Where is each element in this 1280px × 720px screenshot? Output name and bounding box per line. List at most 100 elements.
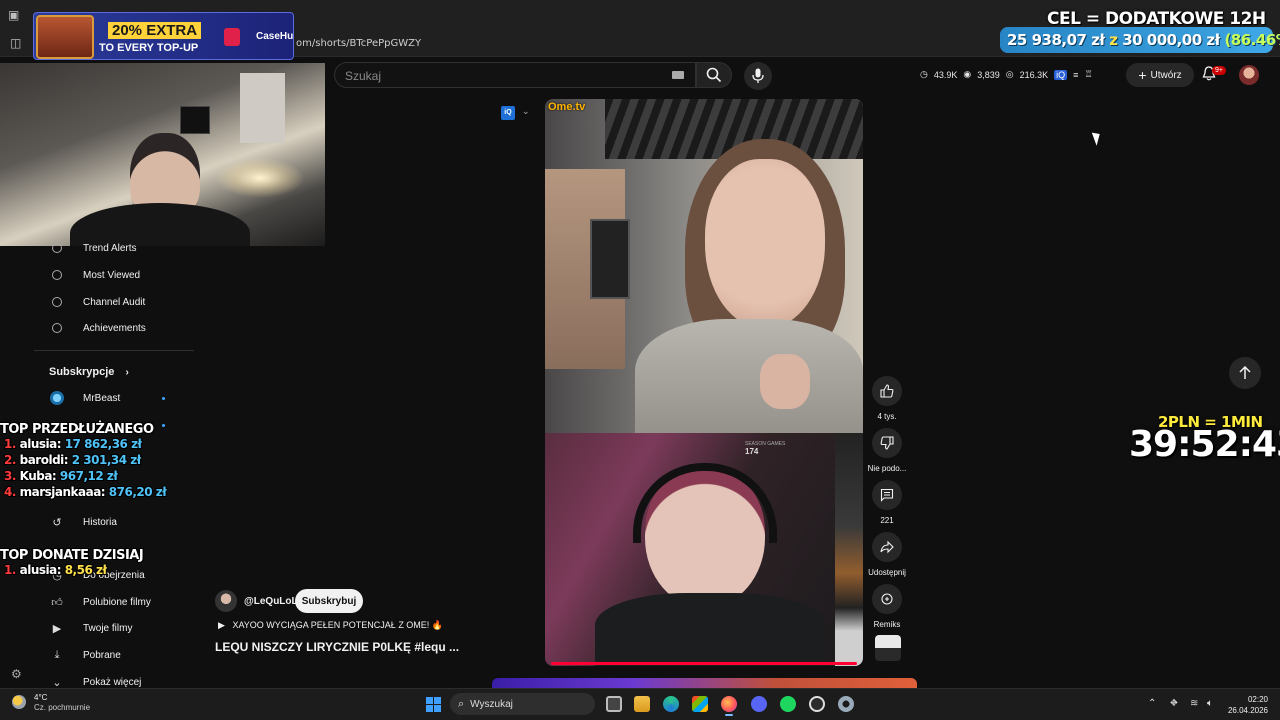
clock-date: 26.04.2026 bbox=[1227, 706, 1268, 715]
account-avatar[interactable] bbox=[1239, 65, 1259, 85]
taskbar-search-label: Wyszukaj bbox=[470, 698, 513, 710]
vidiq-small-icon bbox=[52, 243, 62, 253]
create-label: Utwórz bbox=[1150, 69, 1182, 81]
stat-views-live: 3,839 bbox=[977, 69, 1000, 80]
windows-start-icon[interactable] bbox=[426, 697, 441, 712]
search-button[interactable] bbox=[696, 62, 732, 88]
chevron-down-icon[interactable]: ⌄ bbox=[522, 106, 530, 117]
sidebar-item-label: MrBeast bbox=[83, 392, 121, 404]
donor-name: baroldi: bbox=[19, 453, 69, 467]
video-title[interactable]: LEQU NISZCZY LIRYCZNIE P0LKĘ #lequ ... bbox=[215, 640, 459, 654]
sidebar-toggle-icon[interactable]: ◫ bbox=[10, 36, 21, 50]
next-short-preview[interactable] bbox=[492, 678, 917, 688]
sidebar-item-historia[interactable]: ↺ Historia bbox=[34, 511, 194, 533]
taskbar-search[interactable]: ⌕ Wyszukaj bbox=[450, 693, 595, 715]
keyboard-icon[interactable] bbox=[672, 71, 684, 79]
volume-icon[interactable]: 🔈︎ bbox=[1207, 698, 1213, 709]
firefox-icon[interactable] bbox=[721, 696, 737, 712]
obs-icon[interactable] bbox=[809, 696, 825, 712]
comment-count: 221 bbox=[880, 516, 894, 525]
share-icon[interactable] bbox=[872, 532, 902, 562]
remix-icon[interactable] bbox=[872, 584, 902, 614]
extension-stats: ◷ 43.9K ◉ 3,839 ◎ 216.3K iQ ≡ ♖ bbox=[920, 69, 1093, 80]
sidebar-item-achievements[interactable]: Achievements bbox=[34, 317, 194, 339]
sound-thumbnail[interactable] bbox=[875, 635, 901, 661]
comment-icon[interactable] bbox=[872, 480, 902, 510]
top-extend-row: 3. Kuba: 967,12 zł bbox=[4, 469, 118, 483]
dislike-action[interactable]: Nie podo... bbox=[857, 428, 917, 473]
video-icon: ▶ bbox=[52, 622, 62, 635]
chevron-right-icon: › bbox=[125, 367, 129, 378]
settings-app-icon[interactable] bbox=[838, 696, 854, 712]
file-explorer-icon[interactable] bbox=[634, 696, 650, 712]
like-action[interactable]: 4 tys. bbox=[857, 376, 917, 421]
top-extend-row: 2. baroldi: 2 301,34 zł bbox=[4, 453, 141, 467]
comments-action[interactable]: 221 bbox=[857, 480, 917, 525]
search-icon: ⌕ bbox=[458, 697, 465, 710]
vidiq-button[interactable]: iQ bbox=[501, 106, 515, 120]
rank: 4. bbox=[4, 485, 16, 499]
sidebar-item-label: Channel Audit bbox=[83, 296, 146, 308]
top-extend-row: 1. alusia: 17 862,36 zł bbox=[4, 437, 142, 451]
spotify-icon[interactable] bbox=[780, 696, 796, 712]
subscriptions-header[interactable]: Subskrypcje › bbox=[49, 366, 129, 378]
taskbar-clock[interactable]: 02:20 26.04.2026 bbox=[1226, 694, 1268, 716]
sidebar-item-label: Achievements bbox=[83, 322, 146, 334]
create-button[interactable]: + Utwórz bbox=[1126, 63, 1194, 87]
search-placeholder: Szukaj bbox=[345, 69, 382, 83]
tray-chevron-icon[interactable]: ⌃ bbox=[1148, 698, 1156, 709]
channel-avatar[interactable] bbox=[215, 590, 237, 612]
channel-name[interactable]: @LeQuLoL bbox=[244, 596, 298, 607]
video-progress-bar[interactable] bbox=[551, 662, 857, 665]
sidebar-sub-mrbeast[interactable]: MrBeast bbox=[34, 387, 194, 409]
treasure-chest-icon bbox=[36, 15, 94, 59]
sidebar-item-your-videos[interactable]: ▶ Twoje filmy bbox=[34, 617, 194, 639]
sidebar-item-most-viewed[interactable]: Most Viewed bbox=[34, 264, 194, 286]
donor-amount: 2 301,34 zł bbox=[71, 453, 141, 467]
sidebar-item-downloads[interactable]: ⤓ Pobrane bbox=[34, 644, 194, 666]
edge-icon[interactable] bbox=[663, 696, 679, 712]
eye-icon: ◉ bbox=[963, 69, 972, 79]
subscribe-button[interactable]: Subskrybuj bbox=[295, 589, 363, 613]
sidebar-item-label: Polubione filmy bbox=[83, 596, 151, 608]
vidiq-small-icon bbox=[52, 270, 62, 280]
goal-title: CEL = DODATKOWE 12H bbox=[1047, 9, 1266, 29]
donor-amount: 8,56 zł bbox=[64, 563, 107, 577]
download-icon: ⤓ bbox=[54, 648, 60, 661]
trophy-icon[interactable]: ♖ bbox=[1084, 69, 1092, 80]
sidebar-item-label: Most Viewed bbox=[83, 269, 141, 281]
search-input[interactable]: Szukaj bbox=[334, 62, 696, 88]
related-clip-link[interactable]: ▶ XAYOO WYCIĄGA PEŁEN POTENCJAŁ Z OME! 🔥 bbox=[218, 620, 443, 631]
sidebar-item-label: Trend Alerts bbox=[83, 242, 137, 254]
url-text[interactable]: om/shorts/BTcPePpGWZY bbox=[296, 38, 421, 49]
sidebar-item-trend-alerts[interactable]: Trend Alerts bbox=[34, 237, 194, 259]
goal-target: 30 000,00 zł bbox=[1122, 31, 1220, 49]
score-value: 174 bbox=[745, 447, 759, 456]
donor-name: alusia: bbox=[19, 437, 62, 451]
vidiq-icon[interactable]: iQ bbox=[1054, 69, 1068, 80]
thumbs-down-icon[interactable] bbox=[872, 428, 902, 458]
goal-sep: z bbox=[1109, 31, 1118, 49]
tab-actions-icon[interactable]: ▣ bbox=[8, 8, 19, 22]
gear-icon[interactable]: ⚙ bbox=[11, 667, 22, 681]
shorts-video-bottom[interactable]: SEASON GAMES 174 bbox=[545, 433, 863, 666]
share-label: Udostępnij bbox=[868, 568, 906, 577]
thumbs-up-icon[interactable] bbox=[872, 376, 902, 406]
wifi-icon[interactable]: ≋ bbox=[1190, 698, 1198, 709]
share-action[interactable]: Udostępnij bbox=[857, 532, 917, 577]
voice-search-button[interactable] bbox=[744, 62, 772, 90]
shorts-video-top[interactable] bbox=[545, 99, 863, 433]
rank: 2. bbox=[4, 453, 16, 467]
rank: 1. bbox=[4, 437, 16, 451]
scroll-up-button[interactable] bbox=[1229, 357, 1261, 389]
discord-icon[interactable] bbox=[751, 696, 767, 712]
remix-action[interactable]: Remiks bbox=[857, 584, 917, 629]
network-icon[interactable]: ⛖ bbox=[1170, 698, 1178, 709]
store-icon[interactable] bbox=[692, 696, 708, 712]
menu-lines-icon[interactable]: ≡ bbox=[1073, 70, 1078, 80]
clock-time: 02:20 bbox=[1247, 695, 1268, 704]
task-view-icon[interactable] bbox=[606, 696, 622, 712]
donor-name: marsjankaaa: bbox=[19, 485, 106, 499]
sidebar-item-liked[interactable]: 👍︎ Polubione filmy bbox=[34, 591, 194, 613]
sidebar-item-channel-audit[interactable]: Channel Audit bbox=[34, 291, 194, 313]
